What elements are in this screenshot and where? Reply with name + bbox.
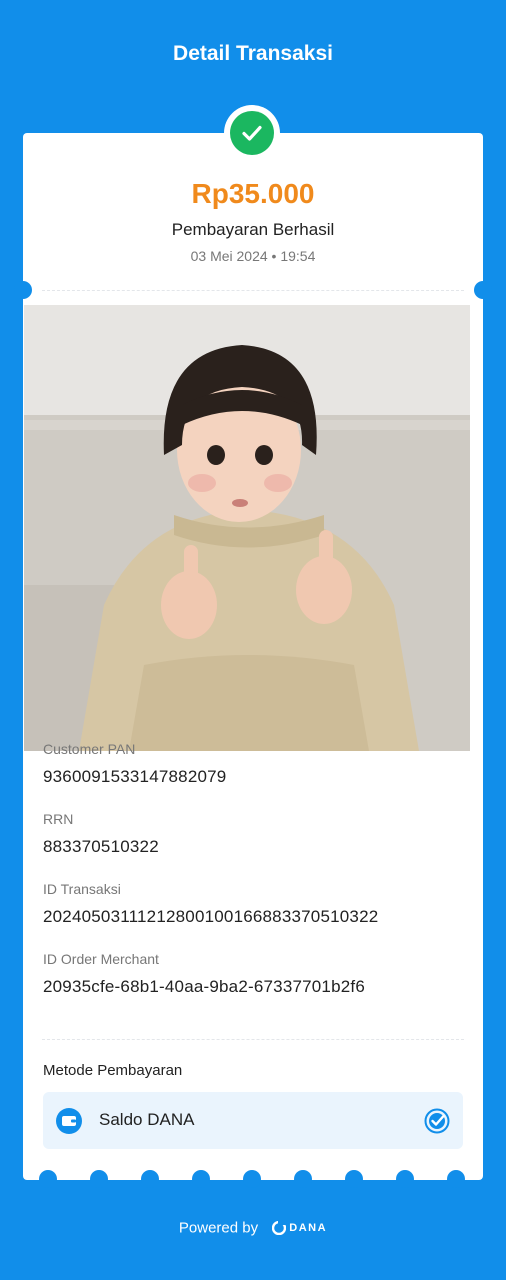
transaction-amount: Rp35.000 xyxy=(191,178,315,209)
powered-by-text: Powered by xyxy=(178,1219,259,1237)
receipt-notch-right xyxy=(474,281,492,299)
payment-method-name: Saldo DANA xyxy=(99,1110,195,1129)
field-value: 9360091533147882079 xyxy=(43,767,227,786)
field-label: Customer PAN xyxy=(43,741,136,757)
field-value: 20935cfe-68b1-40aa-9ba2-67337701b2f6 xyxy=(43,977,365,996)
selected-check-icon xyxy=(424,1108,450,1139)
field-label: ID Transaksi xyxy=(43,881,121,897)
success-badge xyxy=(224,105,280,161)
field-label: ID Order Merchant xyxy=(43,951,159,967)
transaction-status: Pembayaran Berhasil xyxy=(171,220,335,239)
child-thumbs-up-photo xyxy=(24,305,470,751)
field-value: 883370510322 xyxy=(43,837,159,856)
dana-logo: DANA xyxy=(272,1221,328,1236)
transaction-datetime: 03 Mei 2024 • 19:54 xyxy=(190,248,316,264)
payment-method-item[interactable]: Saldo DANA xyxy=(43,1092,463,1149)
payment-method-title: Metode Pembayaran xyxy=(43,1062,183,1079)
powered-by-footer: Powered by DANA xyxy=(0,1219,506,1237)
dana-logo-text: DANA xyxy=(289,1222,328,1235)
receipt-notch-left xyxy=(14,281,32,299)
page-title: Detail Transaksi xyxy=(173,42,333,65)
divider xyxy=(42,290,464,291)
checkmark-icon xyxy=(230,111,274,155)
divider xyxy=(42,1039,464,1040)
field-label: RRN xyxy=(43,811,74,827)
wallet-icon xyxy=(56,1108,82,1134)
field-value: 20240503111212800100166883370510322 xyxy=(43,907,379,926)
